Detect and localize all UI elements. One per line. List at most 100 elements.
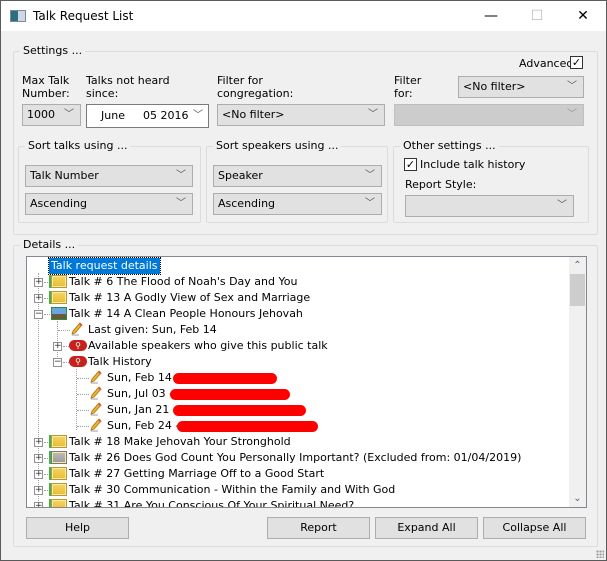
tree-item-talk-history[interactable]: Talk History (88, 354, 152, 370)
max-talk-label: Max Talk (22, 74, 70, 87)
expand-icon[interactable]: + (53, 342, 62, 351)
report-button[interactable]: Report (267, 517, 370, 539)
chevron-down-icon: ﹀ (557, 200, 567, 211)
sort-talks-order-select[interactable]: Ascending ﹀ (25, 193, 193, 215)
tree-item-talk-13[interactable]: Talk # 13 A Godly View of Sex and Marria… (69, 290, 310, 306)
advanced-label: Advanced (519, 57, 574, 70)
chevron-down-icon: ﹀ (176, 198, 186, 209)
tree-scrollbar[interactable]: ⌃ ⌄ (569, 257, 586, 507)
max-talk-value: 1000 (27, 108, 55, 121)
talk-excluded-icon (49, 451, 67, 464)
report-style-select[interactable]: ﹀ (405, 195, 574, 217)
expand-all-button[interactable]: Expand All (375, 517, 478, 539)
pencil-icon (71, 322, 83, 336)
filter-congregation-label: Filter for (217, 74, 263, 87)
talk-note-icon (49, 467, 67, 480)
scroll-down-icon[interactable]: ⌄ (569, 490, 586, 507)
help-button[interactable]: Help (26, 517, 129, 539)
expand-icon[interactable]: + (34, 470, 43, 479)
talk-note-icon (49, 275, 67, 288)
redacted-speaker (177, 421, 318, 432)
chevron-down-icon: ﹀ (567, 81, 577, 92)
filter-congregation-label-2: congregation: (217, 87, 294, 100)
sort-speakers-label: Sort speakers using ... (213, 139, 342, 152)
pencil-icon (90, 386, 102, 400)
filter-congregation-value: <No filter> (222, 108, 285, 121)
check-icon: ✓ (571, 56, 582, 69)
sort-speakers-order-select[interactable]: Ascending ﹀ (213, 193, 382, 215)
tree-item-available-speakers[interactable]: Available speakers who give this public … (88, 338, 328, 354)
talk-note-icon (49, 435, 67, 448)
chevron-down-icon: ﹀ (368, 109, 378, 120)
details-tree[interactable]: Talk request details + Talk # 6 The Floo… (26, 256, 587, 508)
tree-item-talk-14[interactable]: Talk # 14 A Clean People Honours Jehovah (69, 306, 303, 322)
not-heard-date-picker[interactable]: June 05 2016 ﹀ (86, 104, 209, 128)
talk-picture-icon (51, 307, 67, 320)
resize-grip-icon[interactable] (596, 550, 604, 558)
not-heard-label: Talks not heard (86, 74, 170, 87)
chevron-down-icon: ﹀ (365, 170, 375, 181)
collapse-all-button[interactable]: Collapse All (483, 517, 586, 539)
tree-item-talk-6[interactable]: Talk # 6 The Flood of Noah's Day and You (69, 274, 297, 290)
chevron-down-icon: ﹀ (64, 109, 74, 120)
window-title: Talk Request List (33, 9, 134, 23)
other-settings-label: Other settings ... (400, 139, 499, 152)
filter-for-sub-select: ﹀ (394, 104, 584, 126)
talk-request-window: Talk Request List — ☐ ✕ Settings ... Adv… (0, 0, 607, 561)
include-history-label[interactable]: Include talk history (420, 158, 525, 172)
tree-item-talk-18[interactable]: Talk # 18 Make Jehovah Your Stronghold (69, 434, 291, 450)
talk-note-icon (49, 291, 67, 304)
maximize-button[interactable]: ☐ (514, 1, 560, 31)
advanced-checkbox[interactable]: ✓ (570, 56, 583, 69)
collapse-icon[interactable]: − (34, 310, 43, 319)
sort-talks-label: Sort talks using ... (25, 139, 131, 152)
scroll-thumb[interactable] (570, 274, 585, 306)
history-entry[interactable]: Sun, Feb 24 - (107, 418, 179, 434)
filter-for-value: <No filter> (463, 80, 526, 93)
filter-for-select[interactable]: <No filter> ﹀ (458, 76, 584, 98)
pencil-icon (90, 402, 102, 416)
chevron-down-icon: ﹀ (567, 109, 577, 120)
search-badge-icon: ⚲ (69, 340, 87, 351)
report-style-label: Report Style: (405, 178, 477, 191)
expand-icon[interactable]: + (34, 438, 43, 447)
max-talk-select[interactable]: 1000 ﹀ (22, 104, 81, 126)
tree-item-talk-27[interactable]: Talk # 27 Getting Marriage Off to a Good… (69, 466, 324, 482)
title-bar: Talk Request List — ☐ ✕ (1, 1, 606, 31)
max-talk-label-2: Number: (22, 87, 70, 100)
expand-icon[interactable]: + (34, 502, 43, 507)
app-icon (10, 10, 26, 22)
collapse-icon[interactable]: − (53, 358, 62, 367)
pencil-icon (90, 370, 102, 384)
chevron-down-icon[interactable]: ﹀ (193, 105, 203, 127)
date-month[interactable]: June (101, 105, 125, 127)
redacted-speaker (173, 405, 306, 416)
history-entry[interactable]: Sun, Jul 03 - (107, 386, 173, 402)
expand-icon[interactable]: + (34, 278, 43, 287)
tree-root[interactable]: Talk request details (48, 257, 161, 275)
expand-icon[interactable]: + (34, 294, 43, 303)
history-entry[interactable]: Sun, Feb 14 - (107, 370, 179, 386)
minimize-button[interactable]: — (468, 1, 514, 31)
sort-speakers-field-select[interactable]: Speaker ﹀ (213, 165, 382, 187)
include-history-checkbox[interactable]: ✓ (404, 158, 417, 171)
details-group-label: Details ... (20, 238, 79, 251)
expand-icon[interactable]: + (34, 486, 43, 495)
settings-group-label: Settings ... (20, 44, 86, 57)
tree-item-talk-26[interactable]: Talk # 26 Does God Count You Personally … (69, 450, 521, 466)
date-day-year[interactable]: 05 2016 (143, 105, 189, 127)
filter-congregation-select[interactable]: <No filter> ﹀ (217, 104, 385, 126)
tree-item-last-given[interactable]: Last given: Sun, Feb 14 (88, 322, 217, 338)
scroll-up-icon[interactable]: ⌃ (569, 257, 586, 274)
history-entry[interactable]: Sun, Jan 21 - (107, 402, 177, 418)
close-button[interactable]: ✕ (560, 1, 606, 31)
tree-item-talk-30[interactable]: Talk # 30 Communication - Within the Fam… (69, 482, 395, 498)
tree-item-talk-31[interactable]: Talk # 31 Are You Conscious Of Your Spir… (69, 498, 354, 507)
talk-note-icon (49, 499, 67, 507)
sort-talks-field-select[interactable]: Talk Number ﹀ (25, 165, 193, 187)
not-heard-label-2: since: (86, 87, 119, 100)
talk-note-icon (49, 483, 67, 496)
chevron-down-icon: ﹀ (176, 170, 186, 181)
expand-icon[interactable]: + (34, 454, 43, 463)
filter-for-label: Filter (394, 74, 422, 87)
